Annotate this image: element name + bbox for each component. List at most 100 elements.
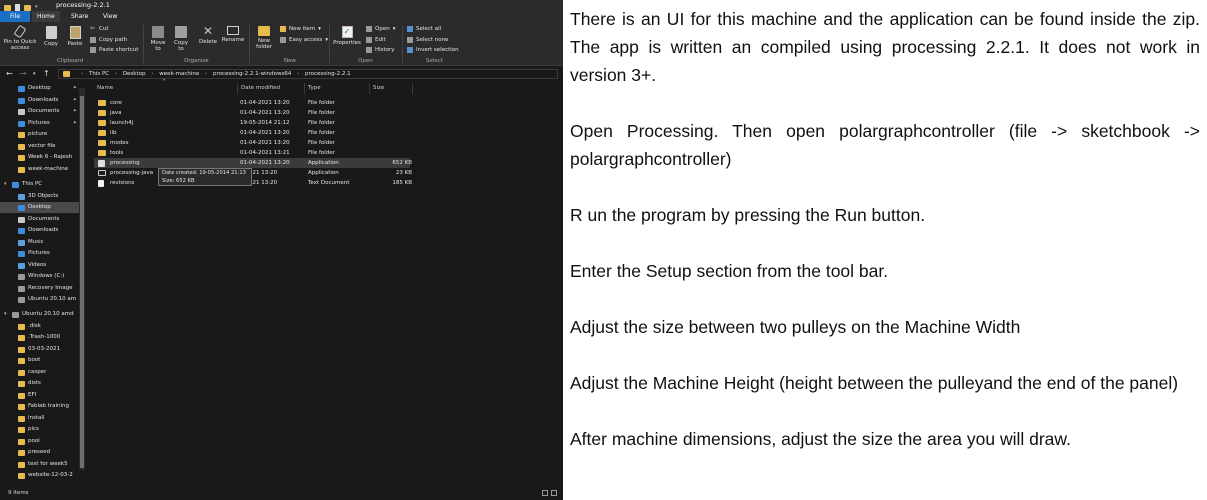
nav-item-ubuntu-expanded[interactable]: ▾ Ubuntu 20.10 amd: [0, 309, 80, 320]
recent-locations-chevron-icon[interactable]: ▾: [33, 71, 36, 77]
edit-button[interactable]: Edit: [366, 37, 386, 43]
properties-icon[interactable]: [15, 4, 20, 11]
nav-item-documents[interactable]: Documents: [0, 214, 80, 225]
copy-button[interactable]: Copy: [40, 26, 62, 47]
nav-item-picture[interactable]: picture: [0, 129, 80, 140]
nav-item-pictures[interactable]: Pictures: [0, 248, 80, 259]
nav-item-preseed[interactable]: preseed: [0, 447, 80, 458]
pin-to-quick-access-button[interactable]: Pin to Quick access: [3, 24, 37, 51]
breadcrumb[interactable]: › This PC › Desktop › week-machine › pro…: [58, 69, 558, 79]
cut-button[interactable]: ✂ Cut: [90, 26, 108, 33]
column-divider[interactable]: [369, 83, 370, 94]
file-row-processing[interactable]: processing 01-04-2021 13:20 Application …: [94, 158, 412, 168]
tab-home[interactable]: Home: [32, 11, 60, 22]
file-row-java[interactable]: java 01-04-2021 13:20 File folder: [94, 108, 410, 118]
breadcrumb-week-machine[interactable]: week-machine: [159, 71, 199, 77]
tab-share[interactable]: Share: [66, 11, 93, 22]
column-header-size[interactable]: Size: [373, 85, 384, 91]
column-header-name[interactable]: Name: [97, 85, 113, 91]
delete-button[interactable]: ✕ Delete: [197, 25, 219, 45]
nav-item-vector-file[interactable]: vector file: [0, 141, 80, 152]
chevron-down-icon[interactable]: ▾: [4, 309, 7, 320]
up-arrow-icon[interactable]: ↑: [43, 69, 50, 78]
select-none-button[interactable]: Select none: [407, 37, 448, 43]
properties-button[interactable]: ✓ Properties: [332, 26, 362, 46]
tab-view[interactable]: View: [98, 11, 122, 22]
breadcrumb-processing[interactable]: processing-2.2.1: [305, 71, 351, 77]
nav-item-pictures-pinned[interactable]: Pictures ✦: [0, 118, 80, 129]
back-arrow-icon[interactable]: ←: [6, 69, 13, 78]
column-divider[interactable]: [304, 83, 305, 94]
nav-item-ubuntu-drive[interactable]: Ubuntu 20.10 am: [0, 294, 80, 305]
nav-item-casper[interactable]: casper: [0, 367, 80, 378]
navigation-scrollbar[interactable]: [79, 88, 85, 470]
nav-item-install[interactable]: install: [0, 413, 80, 424]
nav-item-boot[interactable]: boot: [0, 355, 80, 366]
breadcrumb-processing-windows64[interactable]: processing-2.2.1-windows64: [213, 71, 291, 77]
scrollbar-thumb[interactable]: [80, 96, 84, 468]
copy-to-button[interactable]: Copy to: [171, 26, 191, 52]
sort-chevron-icon: ^: [162, 79, 167, 85]
file-row-lib[interactable]: lib 01-04-2021 13:20 File folder: [94, 128, 410, 138]
forward-arrow-icon[interactable]: →: [20, 69, 27, 78]
nav-item-desktop[interactable]: Desktop: [0, 202, 80, 213]
file-name: lib: [110, 130, 117, 136]
copy-path-button[interactable]: Copy path: [90, 37, 127, 43]
nav-item-pool[interactable]: pool: [0, 436, 80, 447]
column-divider[interactable]: [412, 83, 413, 94]
folder-icon: [18, 461, 25, 468]
nav-item-videos[interactable]: Videos: [0, 260, 80, 271]
nav-item-trash[interactable]: .Trash-1000: [0, 332, 80, 343]
tab-file[interactable]: File: [0, 11, 30, 22]
column-divider[interactable]: [237, 83, 238, 94]
nav-item-3d-objects[interactable]: 3D Objects: [0, 191, 80, 202]
breadcrumb-desktop[interactable]: Desktop: [123, 71, 146, 77]
invert-selection-button[interactable]: Invert selection: [407, 47, 459, 53]
file-row-tools[interactable]: tools 01-04-2021 13:21 File folder: [94, 148, 410, 158]
nav-item-fablab-training[interactable]: Fablab training: [0, 401, 80, 412]
nav-item-pics[interactable]: pics: [0, 424, 80, 435]
easy-access-button[interactable]: Easy access ▾: [280, 37, 328, 43]
nav-item-website[interactable]: website-12-03-2: [0, 470, 80, 481]
file-row-launch4j[interactable]: launch4j 19-05-2014 21:12 File folder: [94, 118, 410, 128]
paste-button[interactable]: Paste: [63, 26, 87, 47]
file-row-modes[interactable]: modes 01-04-2021 13:20 File folder: [94, 138, 410, 148]
nav-item-disk[interactable]: .disk: [0, 321, 80, 332]
new-item-button[interactable]: New item ▾: [280, 26, 321, 32]
nav-item-week-machine[interactable]: week-machine: [0, 164, 80, 175]
nav-item-desktop-pinned[interactable]: Desktop ✦: [0, 83, 80, 94]
nav-item-efi[interactable]: EFI: [0, 390, 80, 401]
nav-item-label: picture: [28, 131, 48, 137]
pictures-icon: [18, 120, 25, 127]
drive-icon: [18, 285, 25, 292]
paste-shortcut-button[interactable]: Paste shortcut: [90, 47, 138, 53]
file-row-core[interactable]: core 01-04-2021 13:20 File folder: [94, 98, 410, 108]
details-view-icon[interactable]: [542, 490, 548, 496]
large-icons-view-icon[interactable]: [551, 490, 557, 496]
nav-item-documents-pinned[interactable]: Documents ✦: [0, 106, 80, 117]
nav-item-recovery-image[interactable]: Recovery Image: [0, 283, 80, 294]
chevron-down-icon[interactable]: ▾: [4, 179, 7, 190]
nav-item-this-pc[interactable]: ▾ This PC: [0, 179, 80, 190]
rename-button[interactable]: Rename: [220, 26, 246, 43]
breadcrumb-this-pc[interactable]: This PC: [89, 71, 109, 77]
folder-icon: [18, 143, 25, 150]
history-button[interactable]: History: [366, 47, 395, 53]
file-row-revisions[interactable]: revisions 4-2021 13:20 Text Document 185…: [94, 178, 412, 188]
move-to-button[interactable]: Move to: [148, 26, 168, 52]
nav-item-downloads[interactable]: Downloads: [0, 225, 80, 236]
select-all-button[interactable]: Select all: [407, 26, 441, 32]
new-folder-icon[interactable]: [24, 4, 31, 11]
new-folder-button[interactable]: New folder: [253, 26, 275, 50]
nav-item-windows-c[interactable]: Windows (C:): [0, 271, 80, 282]
nav-item-dists[interactable]: dists: [0, 378, 80, 389]
column-header-type[interactable]: Type: [308, 85, 321, 91]
nav-item-test-for-week5[interactable]: test for week5: [0, 459, 80, 470]
open-button[interactable]: Open ▾: [366, 26, 395, 32]
nav-item-downloads-pinned[interactable]: Downloads ✦: [0, 95, 80, 106]
nav-item-week-6[interactable]: Week 6 - Rajesh: [0, 152, 80, 163]
nav-item-03-03-2021[interactable]: 03-03-2021: [0, 344, 80, 355]
file-row-processing-java[interactable]: processing-java 4-2021 13:20 Application…: [94, 168, 412, 178]
column-header-date-modified[interactable]: Date modified: [241, 85, 280, 91]
nav-item-music[interactable]: Music: [0, 237, 80, 248]
